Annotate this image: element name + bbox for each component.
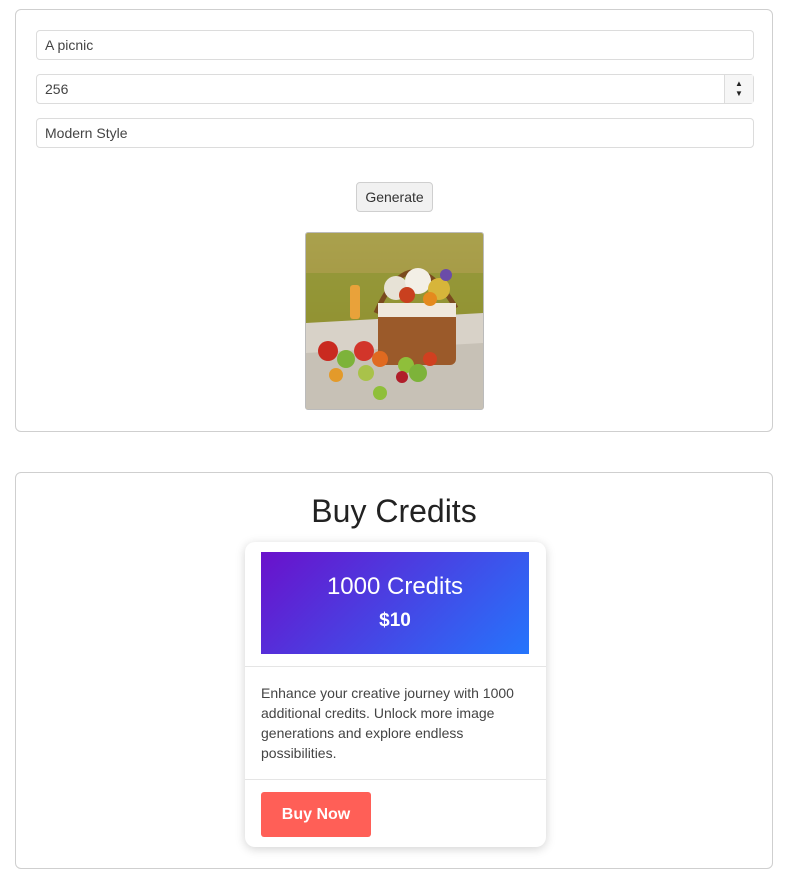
step-down-icon[interactable]: ▼ (735, 89, 743, 99)
buy-now-button[interactable]: Buy Now (261, 792, 371, 837)
image-generator-panel: ▲ ▼ Generate (15, 9, 773, 432)
card-credits: 1000 Credits (326, 573, 464, 600)
size-input[interactable] (37, 75, 725, 103)
card-header: 1000 Credits $10 (261, 552, 529, 654)
credit-pack-card: 1000 Credits $10 Enhance your creative j… (245, 542, 546, 847)
size-number-field[interactable]: ▲ ▼ (36, 74, 754, 104)
size-stepper[interactable]: ▲ ▼ (724, 75, 753, 103)
buy-credits-title: Buy Credits (311, 493, 477, 529)
step-up-icon[interactable]: ▲ (735, 79, 743, 89)
generated-image (305, 232, 484, 410)
style-input[interactable] (36, 118, 754, 148)
card-price: $10 (379, 610, 411, 631)
card-divider (245, 666, 546, 667)
prompt-input[interactable] (36, 30, 754, 60)
generate-button[interactable]: Generate (356, 182, 433, 212)
picnic-image-graphic (306, 233, 483, 409)
card-description: Enhance your creative journey with 1000 … (261, 685, 514, 761)
card-divider (245, 779, 546, 780)
buy-credits-panel: Buy Credits 1000 Credits $10 Enhance you… (15, 472, 773, 869)
